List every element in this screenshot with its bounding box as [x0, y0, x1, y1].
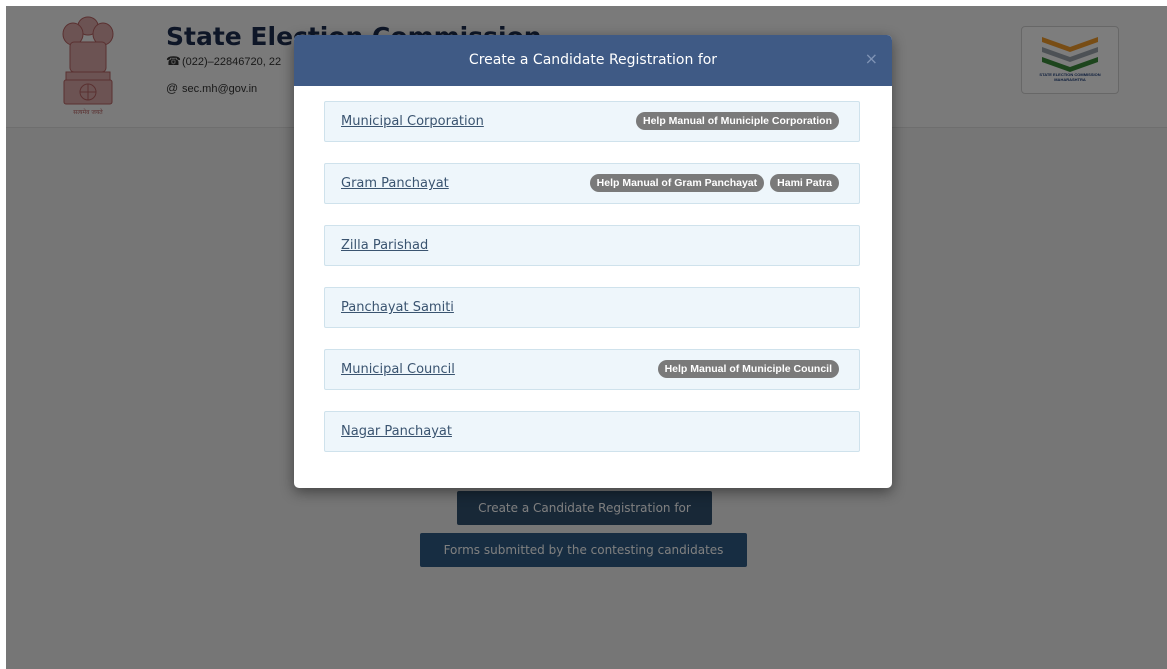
registration-modal: Create a Candidate Registration for × Mu…	[294, 35, 892, 488]
option-panchayat-samiti: Panchayat Samiti	[324, 287, 860, 328]
municipal-council-link[interactable]: Municipal Council	[341, 350, 455, 389]
help-manual-municipal-council-badge[interactable]: Help Manual of Municiple Council	[657, 360, 839, 378]
option-gram-panchayat: Gram Panchayat Help Manual of Gram Panch…	[324, 163, 860, 204]
option-zilla-parishad: Zilla Parishad	[324, 225, 860, 266]
nagar-panchayat-link[interactable]: Nagar Panchayat	[341, 412, 452, 451]
close-icon[interactable]: ×	[865, 49, 878, 69]
help-manual-municipal-corporation-badge[interactable]: Help Manual of Municiple Corporation	[636, 112, 839, 130]
modal-header: Create a Candidate Registration for ×	[294, 35, 892, 86]
hami-patra-badge[interactable]: Hami Patra	[770, 174, 839, 192]
gram-panchayat-link[interactable]: Gram Panchayat	[341, 164, 449, 203]
municipal-corporation-link[interactable]: Municipal Corporation	[341, 102, 484, 141]
zilla-parishad-link[interactable]: Zilla Parishad	[341, 226, 428, 265]
option-municipal-corporation: Municipal Corporation Help Manual of Mun…	[324, 101, 860, 142]
page: सत्यमेव जयते State Election Commission ☎…	[6, 6, 1167, 669]
help-manual-gram-panchayat-badge[interactable]: Help Manual of Gram Panchayat	[589, 174, 765, 192]
option-nagar-panchayat: Nagar Panchayat	[324, 411, 860, 452]
option-municipal-council: Municipal Council Help Manual of Municip…	[324, 349, 860, 390]
panchayat-samiti-link[interactable]: Panchayat Samiti	[341, 288, 454, 327]
modal-title: Create a Candidate Registration for	[468, 52, 718, 68]
